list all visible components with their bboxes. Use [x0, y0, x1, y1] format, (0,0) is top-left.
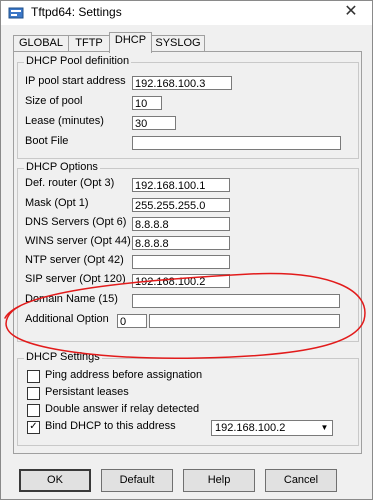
- domain-label: Domain Name (15): [25, 293, 118, 305]
- settings-group-title: DHCP Settings: [24, 351, 102, 363]
- app-icon: [8, 7, 24, 19]
- tab-syslog[interactable]: SYSLOG: [151, 35, 205, 52]
- domain-input[interactable]: [132, 294, 340, 308]
- router-input[interactable]: 192.168.100.1: [132, 178, 230, 192]
- dns-label: DNS Servers (Opt 6): [25, 216, 127, 228]
- double-answer-checkbox[interactable]: [27, 404, 40, 417]
- title-bar: Tftpd64: Settings ✕: [1, 1, 372, 25]
- mask-input[interactable]: 255.255.255.0: [132, 198, 230, 212]
- pool-group: DHCP Pool definition IP pool start addre…: [17, 55, 359, 159]
- dhcp-panel: DHCP Pool definition IP pool start addre…: [13, 51, 362, 454]
- dns-input[interactable]: 8.8.8.8: [132, 217, 230, 231]
- default-button[interactable]: Default: [101, 469, 173, 492]
- sip-label: SIP server (Opt 120): [25, 273, 126, 285]
- cancel-button[interactable]: Cancel: [265, 469, 337, 492]
- boot-file-input[interactable]: [132, 136, 341, 150]
- mask-label: Mask (Opt 1): [25, 197, 89, 209]
- settings-group: DHCP Settings Ping address before assign…: [17, 351, 359, 446]
- sip-input[interactable]: 192.168.100.2: [132, 274, 230, 288]
- bind-address-select[interactable]: 192.168.100.2 ▼: [211, 420, 333, 436]
- ntp-input[interactable]: [132, 255, 230, 269]
- persistant-leases-checkbox[interactable]: [27, 387, 40, 400]
- pool-size-label: Size of pool: [25, 95, 83, 107]
- lease-label: Lease (minutes): [25, 115, 104, 127]
- additional-option-input[interactable]: [149, 314, 340, 328]
- bind-address-value: 192.168.100.2: [215, 422, 286, 434]
- pool-size-input[interactable]: 10: [132, 96, 162, 110]
- tab-tftp[interactable]: TFTP: [68, 35, 110, 52]
- bind-dhcp-label: Bind DHCP to this address: [45, 420, 176, 432]
- pool-group-title: DHCP Pool definition: [24, 55, 132, 67]
- bind-dhcp-checkbox[interactable]: ✓: [27, 421, 40, 434]
- persistant-leases-label: Persistant leases: [45, 386, 129, 398]
- wins-label: WINS server (Opt 44): [25, 235, 131, 247]
- close-button[interactable]: ✕: [330, 1, 372, 25]
- boot-file-label: Boot File: [25, 135, 69, 147]
- ping-checkbox[interactable]: [27, 370, 40, 383]
- double-answer-label: Double answer if relay detected: [45, 403, 200, 415]
- additional-option-number[interactable]: 0: [117, 314, 147, 328]
- chevron-down-icon: ▼: [320, 423, 329, 432]
- settings-window: Tftpd64: Settings ✕ GLOBAL TFTP DHCP SYS…: [0, 0, 373, 500]
- help-button[interactable]: Help: [183, 469, 255, 492]
- ok-button[interactable]: OK: [19, 469, 91, 492]
- tab-dhcp[interactable]: DHCP: [109, 32, 152, 53]
- additional-option-label: Additional Option: [25, 313, 109, 325]
- router-label: Def. router (Opt 3): [25, 177, 115, 189]
- window-title: Tftpd64: Settings: [31, 5, 122, 19]
- tab-global[interactable]: GLOBAL: [13, 35, 69, 52]
- options-group: DHCP Options Def. router (Opt 3) 192.168…: [17, 161, 359, 342]
- options-group-title: DHCP Options: [24, 161, 100, 173]
- ntp-label: NTP server (Opt 42): [25, 254, 124, 266]
- pool-start-input[interactable]: 192.168.100.3: [132, 76, 232, 90]
- lease-input[interactable]: 30: [132, 116, 176, 130]
- ping-label: Ping address before assignation: [45, 369, 203, 381]
- pool-start-label: IP pool start address: [25, 75, 126, 87]
- wins-input[interactable]: 8.8.8.8: [132, 236, 230, 250]
